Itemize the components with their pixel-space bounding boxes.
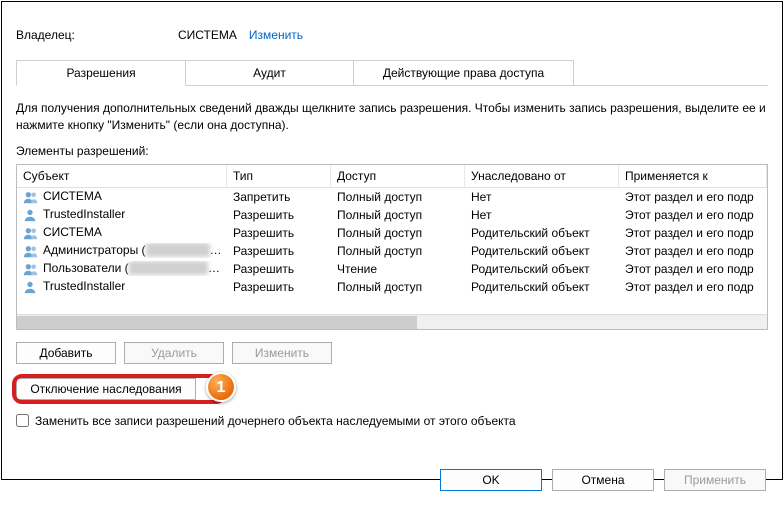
cell-access: Полный доступ (331, 244, 465, 258)
annotation-highlight: Отключение наследования 1 (16, 378, 196, 400)
cell-applies: Этот раздел и его подр (619, 244, 767, 258)
cell-inherited: Родительский объект (465, 262, 619, 276)
cell-applies: Этот раздел и его подр (619, 208, 767, 222)
cell-inherited: Нет (465, 190, 619, 204)
annotation-step-number: 1 (208, 374, 234, 402)
cell-subject: TrustedInstaller (17, 279, 227, 294)
cell-access: Полный доступ (331, 190, 465, 204)
table-row[interactable]: СИСТЕМА ЗапретитьПолный доступНетЭтот раз… (17, 188, 767, 206)
replace-children-label[interactable]: Заменить все записи разрешений дочернего… (35, 414, 516, 428)
cell-access: Полный доступ (331, 208, 465, 222)
annotation-step-badge: 1 (206, 372, 236, 402)
table-row[interactable]: Пользователи (XXXXXX XXX…РазрешитьЧтение… (17, 260, 767, 278)
edit-button: Изменить (232, 342, 332, 364)
users-group-icon (23, 226, 39, 240)
cell-type: Разрешить (227, 226, 331, 240)
dialog-footer: OK Отмена Применить (440, 469, 766, 491)
elements-label: Элементы разрешений: (16, 144, 768, 158)
cell-applies: Этот раздел и его подр (619, 262, 767, 276)
owner-change-link[interactable]: Изменить (249, 28, 303, 42)
add-button[interactable]: Добавить (16, 342, 116, 364)
redacted-text: XXXXXX-X (146, 243, 210, 257)
cell-subject: TrustedInstaller (17, 207, 227, 222)
listview-body: СИСТЕМАЗапретитьПолный доступНетЭтот раз… (17, 188, 767, 296)
subject-text: СИСТЕМА (43, 189, 102, 203)
cell-access: Полный доступ (331, 226, 465, 240)
redacted-text: XXXXXX XXX (129, 261, 208, 275)
subject-text: TrustedInstaller (43, 207, 125, 221)
advanced-security-dialog: Владелец: СИСТЕМА Изменить Разрешения Ау… (1, 1, 783, 480)
listview-empty-space (17, 296, 767, 314)
tab-permissions[interactable]: Разрешения (16, 60, 186, 86)
col-applies[interactable]: Применяется к (619, 165, 767, 187)
subject-text: TrustedInstaller (43, 279, 125, 293)
tab-strip: Разрешения Аудит Действующие права досту… (16, 60, 768, 86)
cell-inherited: Нет (465, 208, 619, 222)
users-group-icon (23, 244, 39, 258)
cell-type: Разрешить (227, 262, 331, 276)
cell-type: Разрешить (227, 280, 331, 294)
table-row[interactable]: TrustedInstaller РазрешитьПолный доступРо… (17, 278, 767, 296)
cell-applies: Этот раздел и его подр (619, 226, 767, 240)
cell-type: Разрешить (227, 244, 331, 258)
cell-subject: СИСТЕМА (17, 189, 227, 204)
listview-header: Субъект Тип Доступ Унаследовано от Приме… (17, 165, 767, 188)
cell-type: Разрешить (227, 208, 331, 222)
tab-effective-access[interactable]: Действующие права доступа (354, 60, 574, 85)
subject-text: Пользователи ( (43, 261, 129, 275)
subject-text: Администраторы ( (43, 243, 146, 257)
users-group-icon (23, 262, 39, 276)
owner-row: Владелец: СИСТЕМА Изменить (16, 28, 768, 42)
col-inherited[interactable]: Унаследовано от (465, 165, 619, 187)
owner-value: СИСТЕМА (178, 28, 237, 42)
cancel-button[interactable]: Отмена (552, 469, 654, 491)
cell-subject: Пользователи (XXXXXX XXX… (17, 261, 227, 276)
col-type[interactable]: Тип (227, 165, 331, 187)
replace-children-checkbox[interactable] (16, 414, 29, 427)
permissions-listview[interactable]: Субъект Тип Доступ Унаследовано от Приме… (16, 164, 768, 330)
users-group-icon (23, 190, 39, 204)
replace-children-row: Заменить все записи разрешений дочернего… (16, 414, 768, 428)
cell-subject: Администраторы (XXXXXX-X… (17, 243, 227, 258)
user-icon (23, 280, 39, 294)
subject-text: СИСТЕМА (43, 225, 102, 239)
cell-inherited: Родительский объект (465, 244, 619, 258)
cell-applies: Этот раздел и его подр (619, 280, 767, 294)
ok-button[interactable]: OK (440, 469, 542, 491)
cell-type: Запретить (227, 190, 331, 204)
disable-inheritance-button[interactable]: Отключение наследования (16, 378, 196, 400)
remove-button: Удалить (124, 342, 224, 364)
permission-buttons-row: Добавить Удалить Изменить (16, 342, 768, 364)
cell-access: Чтение (331, 262, 465, 276)
table-row[interactable]: Администраторы (XXXXXX-X…РазрешитьПолный… (17, 242, 767, 260)
user-icon (23, 208, 39, 222)
apply-button: Применить (664, 469, 766, 491)
col-access[interactable]: Доступ (331, 165, 465, 187)
col-subject[interactable]: Субъект (17, 165, 227, 187)
horizontal-scrollbar[interactable] (17, 314, 767, 329)
horizontal-scrollbar-thumb[interactable] (17, 316, 417, 329)
cell-subject: СИСТЕМА (17, 225, 227, 240)
info-text: Для получения дополнительных сведений дв… (16, 100, 768, 134)
cell-inherited: Родительский объект (465, 226, 619, 240)
cell-applies: Этот раздел и его подр (619, 190, 767, 204)
table-row[interactable]: СИСТЕМА РазрешитьПолный доступРодительски… (17, 224, 767, 242)
cell-inherited: Родительский объект (465, 280, 619, 294)
cell-access: Полный доступ (331, 280, 465, 294)
tab-audit[interactable]: Аудит (186, 60, 354, 85)
table-row[interactable]: TrustedInstaller РазрешитьПолный доступНе… (17, 206, 767, 224)
owner-label: Владелец: (16, 28, 178, 42)
